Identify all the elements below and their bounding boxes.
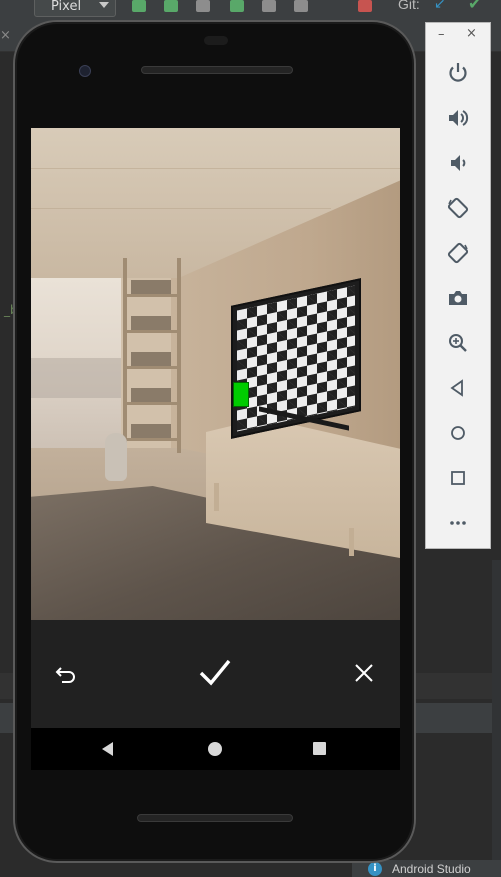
captured-photo-preview <box>31 128 400 620</box>
status-notification[interactable]: Android Studio <box>392 862 471 876</box>
cabinet-leg <box>214 483 219 511</box>
back-icon[interactable] <box>446 376 470 400</box>
rotate-left-icon[interactable] <box>446 196 470 220</box>
emulator-toolbar: – × <box>425 22 491 549</box>
attach-debugger-icon[interactable] <box>294 0 308 12</box>
zoom-icon[interactable] <box>446 331 470 355</box>
power-icon[interactable] <box>446 61 470 85</box>
shelf-board <box>127 366 177 369</box>
close-button[interactable]: × <box>466 26 477 41</box>
device-screen[interactable] <box>31 128 400 728</box>
android-nav-bar <box>31 728 400 770</box>
cabinet-leg <box>349 528 354 556</box>
device-selector-label: Pixel <box>51 0 82 14</box>
books <box>131 316 171 330</box>
home-icon[interactable] <box>446 421 470 445</box>
books <box>131 424 171 438</box>
checkerboard-pattern <box>237 285 355 432</box>
info-icon[interactable]: i <box>368 862 382 876</box>
chevron-down-icon <box>99 2 109 8</box>
window-haze <box>31 358 121 398</box>
camera-review-controls <box>31 620 400 728</box>
vcs-commit-icon[interactable]: ✔ <box>468 0 481 13</box>
books <box>131 280 171 294</box>
more-icon[interactable] <box>446 511 470 535</box>
volume-down-icon[interactable] <box>446 151 470 175</box>
nav-home-icon[interactable] <box>208 742 222 756</box>
cat <box>105 433 127 481</box>
debug-icon[interactable] <box>230 0 244 12</box>
emulator-device-frame <box>13 20 416 863</box>
bottom-speaker <box>137 814 293 822</box>
volume-up-icon[interactable] <box>446 106 470 130</box>
overview-icon[interactable] <box>446 466 470 490</box>
shelf-board <box>127 330 177 333</box>
books <box>131 352 171 366</box>
nav-back-icon[interactable] <box>99 741 117 757</box>
nav-overview-icon[interactable] <box>313 742 326 755</box>
ide-toolbar: Pixel Git: ↙ ✔ <box>0 0 501 20</box>
apply-changes-icon[interactable] <box>132 0 146 12</box>
rotate-right-icon[interactable] <box>446 241 470 265</box>
front-camera <box>79 65 91 77</box>
stop-icon[interactable] <box>358 0 372 12</box>
device-selector[interactable]: Pixel <box>34 0 116 17</box>
shelf-board <box>127 438 177 441</box>
camera-icon[interactable] <box>446 286 470 310</box>
sync-icon[interactable] <box>196 0 210 12</box>
books <box>131 388 171 402</box>
ide-side-strip <box>492 560 501 860</box>
earpiece-speaker <box>141 66 293 74</box>
close-tab-icon[interactable]: × <box>0 28 11 43</box>
ceiling-plank <box>31 208 331 209</box>
minimize-button[interactable]: – <box>438 27 445 42</box>
bookshelf <box>123 258 181 453</box>
apply-code-changes-icon[interactable] <box>164 0 178 12</box>
cancel-icon[interactable] <box>351 660 377 686</box>
device-top-notch <box>204 36 228 45</box>
accept-check-icon[interactable] <box>195 652 235 692</box>
vcs-update-icon[interactable]: ↙ <box>434 0 446 12</box>
green-marker <box>233 382 249 407</box>
ceiling-plank <box>31 168 400 169</box>
shelf-board <box>127 294 177 297</box>
retake-icon[interactable] <box>53 660 79 686</box>
vcs-label: Git: <box>398 0 420 12</box>
profile-icon[interactable] <box>262 0 276 12</box>
shelf-board <box>127 402 177 405</box>
